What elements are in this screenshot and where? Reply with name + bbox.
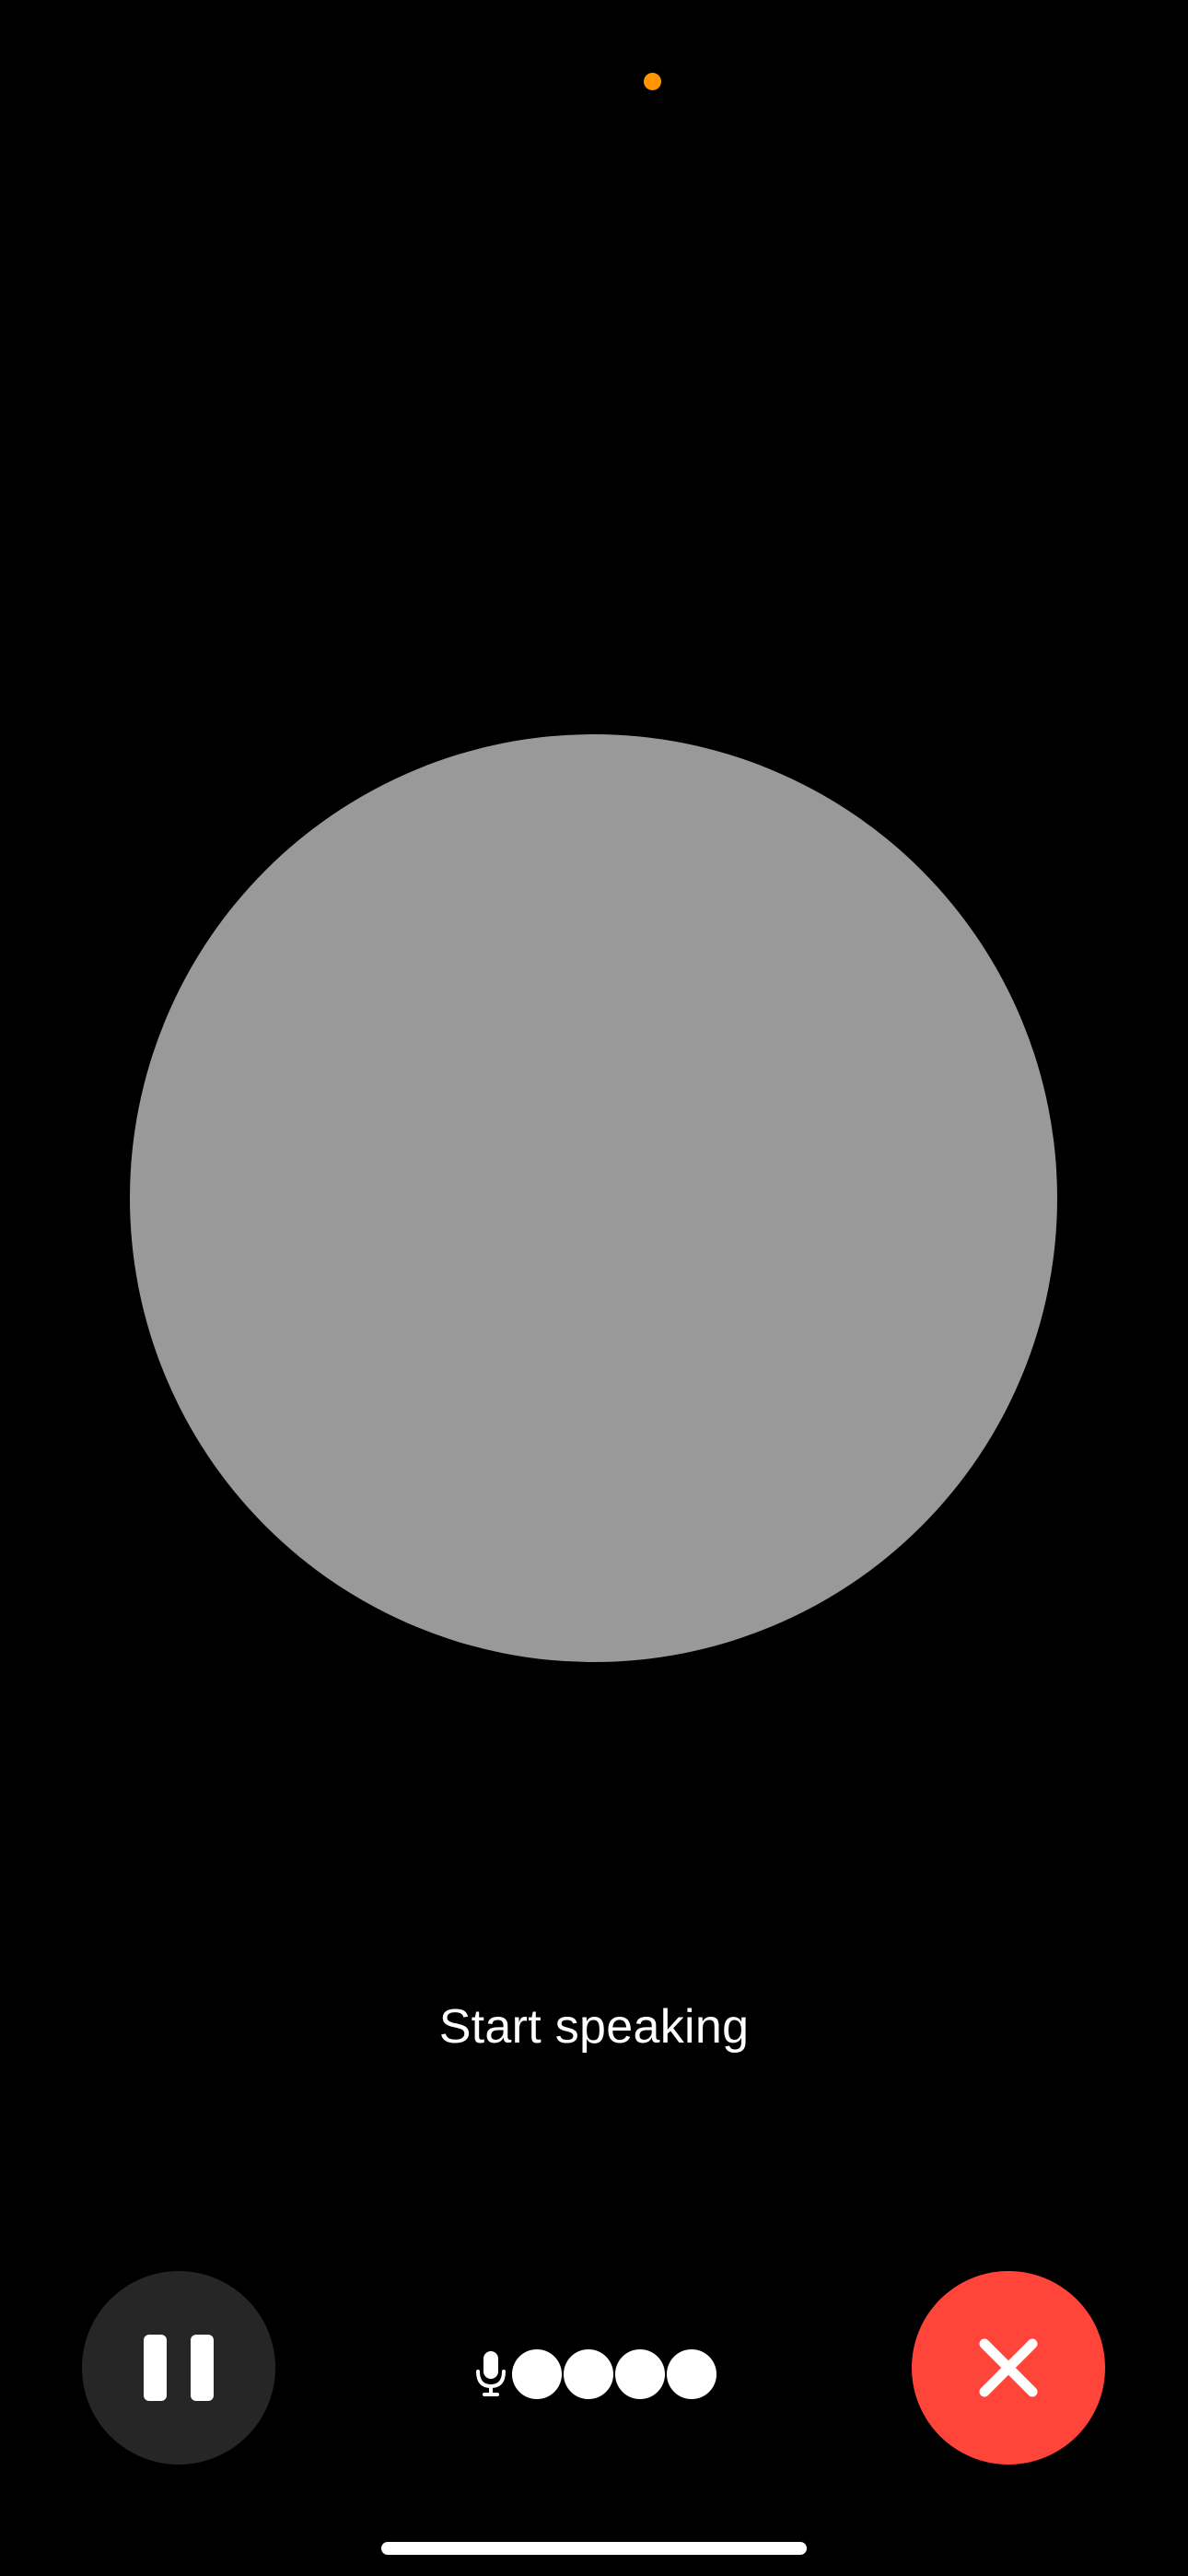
end-call-button[interactable] — [912, 2271, 1105, 2465]
microphone-icon — [476, 2351, 506, 2396]
mic-level-dot — [615, 2349, 665, 2399]
speaking-prompt: Start speaking — [438, 2000, 750, 2054]
close-icon — [979, 2338, 1038, 2397]
mic-level-indicator — [475, 2349, 716, 2399]
recording-indicator-dot — [644, 73, 661, 90]
voice-orb — [130, 734, 1057, 1662]
mic-level-dot — [512, 2349, 562, 2399]
mic-level-dot — [667, 2349, 716, 2399]
home-indicator[interactable] — [381, 2542, 807, 2555]
pause-icon — [144, 2335, 214, 2401]
mic-level-dot — [564, 2349, 613, 2399]
pause-button[interactable] — [82, 2271, 275, 2465]
